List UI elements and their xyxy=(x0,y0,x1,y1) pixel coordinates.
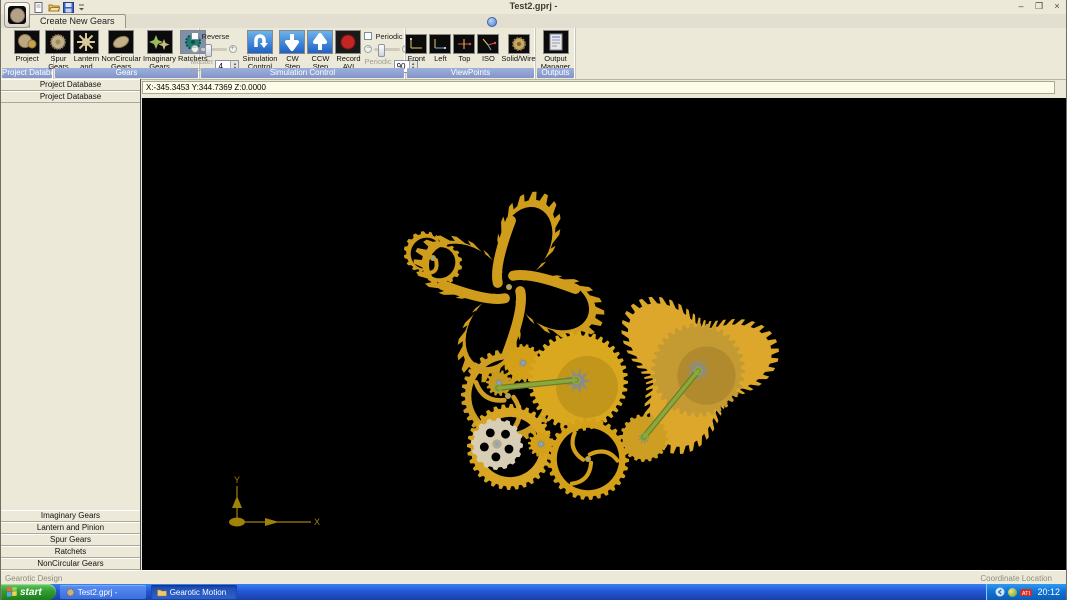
restore-button[interactable]: ❐ xyxy=(1034,1,1044,12)
window-controls: – ❐ × xyxy=(1016,1,1062,12)
left-view-button[interactable]: Left xyxy=(429,34,451,63)
tray-status-icon[interactable] xyxy=(1008,588,1017,597)
reverse-label: Reverse xyxy=(202,32,230,41)
system-tray: ATI 20:12 xyxy=(986,584,1066,600)
left-view-icon xyxy=(429,34,451,54)
cw-step-icon xyxy=(279,30,305,54)
gear-file-icon xyxy=(66,588,75,597)
master-rpm-slider[interactable]: − + xyxy=(191,43,240,55)
ccw-step-icon xyxy=(307,30,333,54)
lantern-pinion-icon xyxy=(73,30,99,54)
solid-wire-button[interactable]: Solid/Wire xyxy=(501,34,535,63)
spur-gears-icon xyxy=(45,30,71,54)
sidebar-top-group: Project DatabaseProject Database xyxy=(1,79,140,103)
group-label-viewpoints: ViewPoints xyxy=(407,68,534,78)
group-label-outputs: Outputs xyxy=(537,68,574,78)
sidebar-item-project-database[interactable]: Project Database xyxy=(1,91,140,103)
top-view-button[interactable]: Top xyxy=(453,34,475,63)
tiny-gear xyxy=(528,431,554,457)
sidebar-item-noncircular-gears[interactable]: NonCircular Gears xyxy=(1,558,140,570)
svg-text:Y: Y xyxy=(234,475,240,485)
start-windows-icon xyxy=(7,587,17,597)
taskbar: start Test2.gprj - Gearotic Motion ATI 2… xyxy=(1,584,1066,600)
minimize-button[interactable]: – xyxy=(1016,1,1026,12)
elliptical-gear xyxy=(404,231,462,284)
svg-text:X: X xyxy=(314,517,320,527)
imaginary-gears-button[interactable]: Imaginary Gears xyxy=(143,30,176,71)
group-label-simulation-control: Simulation Control xyxy=(201,68,404,78)
ribbon: Project Project Database Spur Gears Lant… xyxy=(1,28,1066,80)
sidebar-item-ratchets[interactable]: Ratchets xyxy=(1,546,140,558)
group-simulation-control: Reverse − + Master RPM 4 ▲▼ xyxy=(200,28,406,79)
window-title: Test2.gprj - xyxy=(1,1,1066,11)
sidebar-bottom-group: Imaginary GearsLantern and PinionSpur Ge… xyxy=(1,510,140,570)
gearotic-motion-window: Test2.gprj - – ❐ × Create New Gears Proj… xyxy=(0,0,1067,600)
ribbon-tabstrip: Create New Gears xyxy=(1,14,1066,29)
tray-ati-icon[interactable]: ATI xyxy=(1020,588,1032,597)
record-avi-icon xyxy=(335,30,361,54)
sidebar: Project DatabaseProject Database Imagina… xyxy=(1,79,141,570)
group-gears: Spur Gears Lantern and Pinion NonCircula… xyxy=(54,28,200,79)
noncircular-gears-button[interactable]: NonCircular Gears xyxy=(101,30,141,71)
simulation-control-icon xyxy=(247,30,273,54)
front-view-button[interactable]: Front xyxy=(405,34,427,63)
status-left: Gearotic Design xyxy=(5,574,62,583)
task-button-gearotic-motion[interactable]: Gearotic Motion xyxy=(151,585,237,599)
sidebar-item-imaginary-gears[interactable]: Imaginary Gears xyxy=(1,510,140,522)
project-icon xyxy=(14,30,40,54)
group-viewpoints: Front Left Top xyxy=(406,28,536,79)
imaginary-gears-icon xyxy=(147,30,173,54)
output-manager-icon xyxy=(543,30,569,54)
slider-minus-icon[interactable]: − xyxy=(364,45,372,53)
gear-viewport[interactable]: XY xyxy=(142,98,1067,570)
slider-minus-icon[interactable]: − xyxy=(191,45,199,53)
cw-step-button[interactable]: CW Step xyxy=(279,30,305,71)
axis-indicator: XY xyxy=(229,475,320,527)
coordinate-bar: X:-345.3453 Y:344.7369 Z:0.0000 xyxy=(142,80,1067,98)
ccw-step-button[interactable]: CCW Step xyxy=(307,30,333,71)
sidebar-item-spur-gears[interactable]: Spur Gears xyxy=(1,534,140,546)
hide-icons-chevron-icon[interactable] xyxy=(995,587,1005,597)
group-outputs: Output Manager Outputs xyxy=(536,28,576,79)
sidebar-item-lantern-and-pinion[interactable]: Lantern and Pinion xyxy=(1,522,140,534)
spur-gears-button[interactable]: Spur Gears xyxy=(45,30,71,71)
swirl-gear-bottom xyxy=(547,418,629,500)
front-view-icon xyxy=(405,34,427,54)
project-button[interactable]: Project xyxy=(14,30,40,63)
cream-spur-gear xyxy=(471,418,523,470)
tab-create-new-gears[interactable]: Create New Gears xyxy=(29,14,126,28)
output-manager-button[interactable]: Output Manager xyxy=(537,30,574,71)
record-avi-button[interactable]: Record AVI xyxy=(335,30,361,71)
close-button[interactable]: × xyxy=(1052,1,1062,12)
slider-plus-icon[interactable]: + xyxy=(229,45,237,53)
title-bar: Test2.gprj - – ❐ × xyxy=(1,0,1066,14)
gear-scene: XY xyxy=(142,98,1067,570)
start-button[interactable]: start xyxy=(1,584,56,600)
task-button-test2[interactable]: Test2.gprj - xyxy=(60,585,146,599)
solid-wire-icon xyxy=(508,34,530,54)
iso-view-button[interactable]: ISO xyxy=(477,34,499,63)
reverse-checkbox[interactable] xyxy=(191,32,199,40)
noncircular-gears-icon xyxy=(108,30,134,54)
status-right: Coordinate Location xyxy=(980,574,1052,583)
periodic-checkbox[interactable] xyxy=(364,32,372,40)
help-icon[interactable] xyxy=(487,17,497,27)
taskbar-clock: 20:12 xyxy=(1037,587,1060,597)
app-logo-icon[interactable] xyxy=(4,2,30,28)
group-label-gears: Gears xyxy=(55,68,198,78)
coordinate-readout: X:-345.3453 Y:344.7369 Z:0.0000 xyxy=(142,81,1055,94)
simulation-control-button[interactable]: Simulation Control xyxy=(242,30,277,71)
folder-icon xyxy=(157,588,167,597)
start-label: start xyxy=(20,587,42,598)
status-bar: Gearotic Design Coordinate Location xyxy=(1,570,1066,585)
sidebar-item-project-database[interactable]: Project Database xyxy=(1,79,140,91)
small-pivot-gear xyxy=(486,370,512,396)
top-view-icon xyxy=(453,34,475,54)
iso-view-icon xyxy=(477,34,499,54)
periodic-label: Periodic xyxy=(375,32,402,41)
svg-text:ATI: ATI xyxy=(1022,591,1031,597)
